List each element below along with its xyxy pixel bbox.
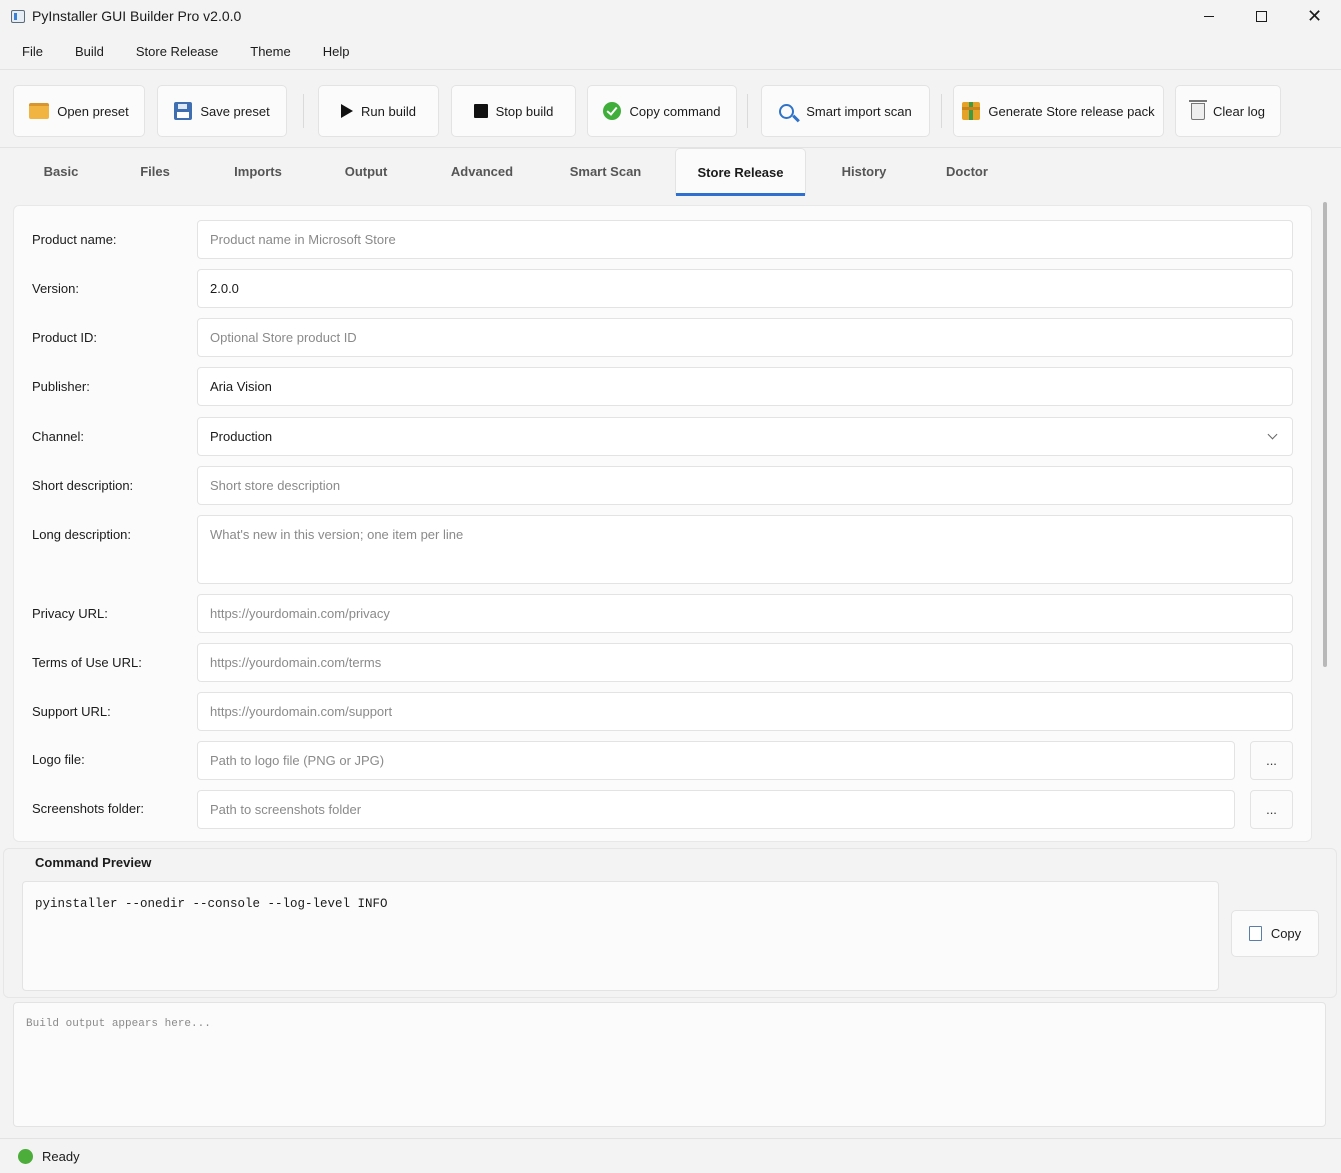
product-id-input[interactable] <box>197 318 1293 357</box>
play-icon <box>341 104 354 118</box>
window-title: PyInstaller GUI Builder Pro v2.0.0 <box>32 8 242 24</box>
publisher-input[interactable] <box>197 367 1293 406</box>
app-icon <box>11 9 25 23</box>
open-preset-label: Open preset <box>57 103 129 119</box>
channel-label: Channel: <box>32 429 85 444</box>
publisher-label: Publisher: <box>32 379 90 394</box>
window-controls: ✕ <box>1182 0 1341 32</box>
copy-command-label: Copy command <box>629 103 721 119</box>
tab-advanced[interactable]: Advanced <box>436 148 528 195</box>
clipboard-icon <box>1248 922 1267 941</box>
privacy-url-label: Privacy URL: <box>32 606 108 621</box>
smart-import-scan-button[interactable]: Smart import scan <box>761 85 930 137</box>
save-preset-label: Save preset <box>200 103 270 119</box>
store-release-form: Product name: Version: Product ID: Publi… <box>13 205 1312 842</box>
smart-import-scan-label: Smart import scan <box>806 103 912 119</box>
magnifier-icon <box>779 103 795 119</box>
toolbar-separator <box>303 94 304 128</box>
short-description-label: Short description: <box>32 478 134 493</box>
support-url-label: Support URL: <box>32 704 111 719</box>
channel-select[interactable]: Production <box>197 417 1293 456</box>
version-label: Version: <box>32 281 79 296</box>
terms-url-input[interactable] <box>197 643 1293 682</box>
gift-icon <box>962 102 981 120</box>
copy-button[interactable]: Copy <box>1231 910 1319 957</box>
long-description-label: Long description: <box>32 527 132 542</box>
product-name-label: Product name: <box>32 232 117 247</box>
status-text: Ready <box>42 1148 80 1164</box>
status-indicator-icon <box>18 1148 33 1164</box>
support-url-input[interactable] <box>197 692 1293 731</box>
toolbar-separator <box>941 94 942 128</box>
menu-build[interactable]: Build <box>59 34 120 70</box>
status-bar: Ready <box>0 1138 1341 1173</box>
folder-icon <box>29 103 50 119</box>
generate-store-release-pack-label: Generate Store release pack <box>988 103 1155 119</box>
tab-store-release[interactable]: Store Release <box>675 148 806 196</box>
copy-label: Copy <box>1270 926 1302 941</box>
command-preview-title: Command Preview <box>35 855 152 870</box>
product-name-input[interactable] <box>197 220 1293 259</box>
menu-bar: File Build Store Release Theme Help <box>0 34 1341 70</box>
terms-url-label: Terms of Use URL: <box>32 655 142 670</box>
version-input[interactable] <box>197 269 1293 308</box>
check-circle-icon <box>603 102 622 120</box>
generate-store-release-pack-button[interactable]: Generate Store release pack <box>953 85 1164 137</box>
chevron-down-icon <box>1267 429 1278 440</box>
logo-file-input[interactable] <box>197 741 1235 780</box>
tab-imports[interactable]: Imports <box>217 148 299 195</box>
close-button[interactable]: ✕ <box>1288 0 1341 32</box>
toolbar: Open preset Save preset Run build Stop b… <box>0 72 1341 148</box>
logo-browse-button[interactable]: ... <box>1250 741 1293 780</box>
maximize-button[interactable] <box>1235 0 1288 32</box>
short-description-input[interactable] <box>197 466 1293 505</box>
screenshots-folder-input[interactable] <box>197 790 1235 829</box>
floppy-disk-icon <box>174 102 193 120</box>
stop-build-button[interactable]: Stop build <box>451 85 576 137</box>
clear-log-label: Clear log <box>1212 103 1266 119</box>
long-description-textarea[interactable] <box>197 515 1293 584</box>
menu-theme[interactable]: Theme <box>234 34 306 70</box>
title-bar: PyInstaller GUI Builder Pro v2.0.0 ✕ <box>0 0 1341 32</box>
product-id-label: Product ID: <box>32 330 98 345</box>
save-preset-button[interactable]: Save preset <box>157 85 287 137</box>
stop-build-label: Stop build <box>495 103 554 119</box>
minimize-button[interactable] <box>1182 0 1235 32</box>
clear-log-button[interactable]: Clear log <box>1175 85 1281 137</box>
tab-doctor[interactable]: Doctor <box>930 148 1004 195</box>
logo-file-label: Logo file: <box>32 752 85 767</box>
menu-file[interactable]: File <box>6 34 59 70</box>
tab-output[interactable]: Output <box>327 148 405 195</box>
tab-basic[interactable]: Basic <box>25 148 97 195</box>
privacy-url-input[interactable] <box>197 594 1293 633</box>
run-build-label: Run build <box>361 103 416 119</box>
screenshots-browse-button[interactable]: ... <box>1250 790 1293 829</box>
copy-command-button[interactable]: Copy command <box>587 85 737 137</box>
tab-smart-scan[interactable]: Smart Scan <box>555 148 656 195</box>
tab-files[interactable]: Files <box>123 148 187 195</box>
trash-icon <box>1188 99 1207 120</box>
build-log[interactable]: Build output appears here... <box>13 1002 1326 1127</box>
menu-help[interactable]: Help <box>307 34 366 70</box>
channel-value: Production <box>210 429 273 444</box>
open-preset-button[interactable]: Open preset <box>13 85 145 137</box>
vertical-scrollbar[interactable] <box>1323 202 1327 667</box>
screenshots-folder-label: Screenshots folder: <box>32 801 145 816</box>
tab-bar: Basic Files Imports Output Advanced Smar… <box>0 148 1341 196</box>
stop-icon <box>473 104 488 118</box>
toolbar-separator <box>747 94 748 128</box>
command-preview-panel: Command Preview pyinstaller --onedir --c… <box>3 848 1337 998</box>
run-build-button[interactable]: Run build <box>318 85 439 137</box>
menu-store-release[interactable]: Store Release <box>120 34 234 70</box>
command-preview-text[interactable]: pyinstaller --onedir --console --log-lev… <box>22 881 1219 991</box>
tab-history[interactable]: History <box>826 148 902 195</box>
